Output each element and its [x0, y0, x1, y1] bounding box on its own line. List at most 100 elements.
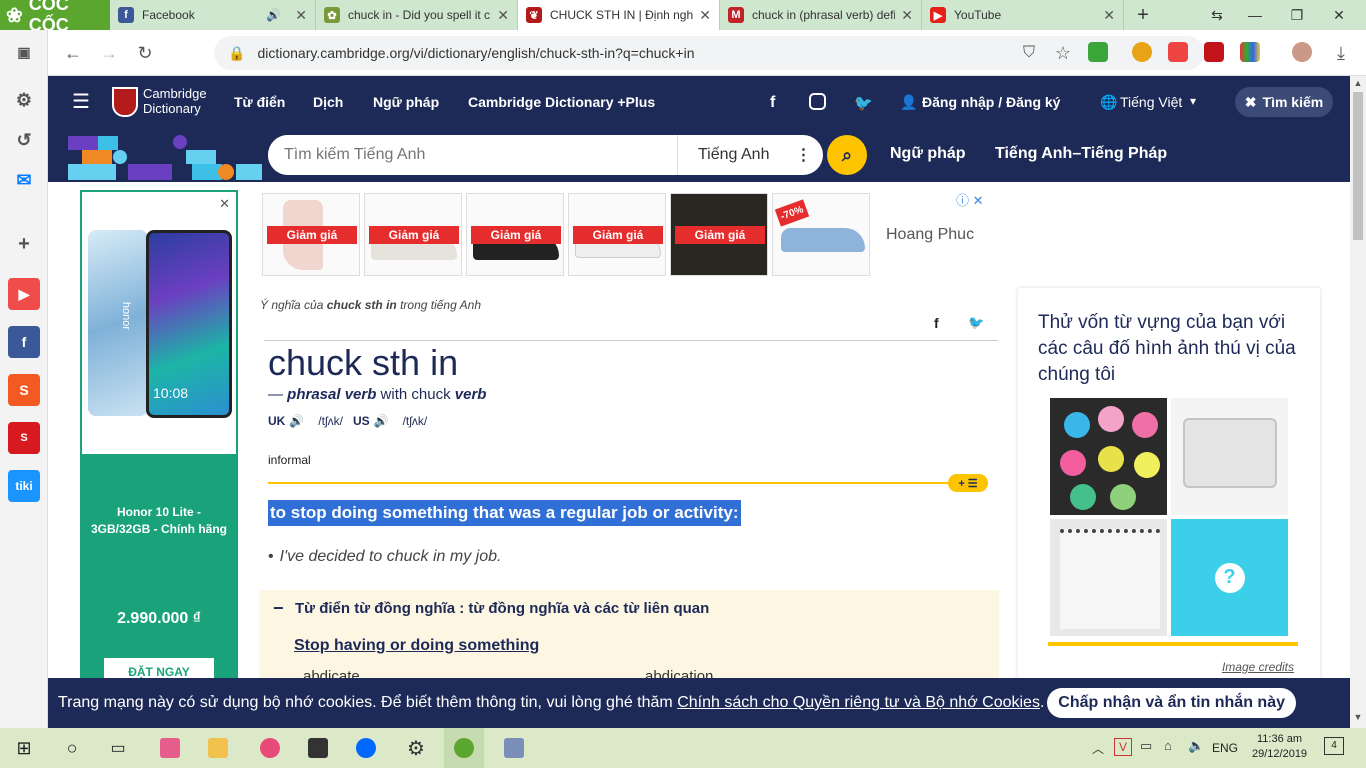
- shield-icon[interactable]: ⛉: [1016, 40, 1042, 66]
- nav-grammar[interactable]: Ngữ pháp: [373, 94, 439, 110]
- input-language[interactable]: ENG: [1212, 741, 1238, 755]
- search-language-selector[interactable]: Tiếng Anh ⋮: [677, 135, 823, 175]
- tab-spell[interactable]: ✿ chuck in - Did you spell it c... ✕: [316, 0, 518, 30]
- chevron-down-icon[interactable]: ▾: [1190, 94, 1196, 108]
- share-twitter-icon[interactable]: 🐦: [968, 315, 984, 331]
- forward-icon[interactable]: →: [96, 40, 122, 66]
- file-explorer-icon[interactable]: [198, 728, 238, 768]
- cookie-policy-link[interactable]: Chính sách cho Quyền riêng tư và Bộ nhớ …: [677, 694, 1040, 712]
- taskbar-app-4[interactable]: [494, 728, 534, 768]
- quiz-text[interactable]: Thử vốn từ vựng của bạn với các câu đố h…: [1038, 310, 1308, 388]
- network-icon[interactable]: ⌂: [1164, 738, 1172, 753]
- login-link[interactable]: Đăng nhập / Đăng ký: [922, 94, 1060, 110]
- messenger-icon[interactable]: ✉: [8, 164, 40, 196]
- menu-icon[interactable]: ☰: [72, 92, 90, 112]
- instagram-icon[interactable]: [809, 93, 826, 110]
- download-icon[interactable]: ⤓: [1328, 40, 1354, 66]
- quiz-image-sewing[interactable]: [1171, 398, 1288, 515]
- coccoc-taskbar-icon[interactable]: [444, 728, 484, 768]
- cortana-search-icon[interactable]: ○: [52, 728, 92, 768]
- task-view-icon[interactable]: ▭: [98, 728, 138, 768]
- youtube-app-icon[interactable]: ▶: [8, 278, 40, 310]
- clock[interactable]: 11:36 am 29/12/2019: [1252, 732, 1307, 762]
- reload-icon[interactable]: ↻: [132, 40, 158, 66]
- taskbar-app-3[interactable]: [298, 728, 338, 768]
- volume-icon[interactable]: 🔈: [1188, 738, 1204, 754]
- coccoc-logo[interactable]: ❀ CỐC CỐC: [0, 0, 110, 35]
- cookie-accept-button[interactable]: Chấp nhận và ẩn tin nhắn này: [1047, 688, 1296, 718]
- notification-center-icon[interactable]: 4: [1324, 737, 1344, 755]
- tab-macmillan[interactable]: M chuck in (phrasal verb) defi... ✕: [720, 0, 922, 30]
- settings-icon[interactable]: ⚙: [8, 84, 40, 116]
- nav2-english-french[interactable]: Tiếng Anh–Tiếng Pháp: [995, 145, 1167, 163]
- ad-shoe-5[interactable]: Giảm giá: [670, 193, 768, 276]
- site-logo[interactable]: Cambridge Dictionary: [143, 86, 207, 116]
- ad-shoe-1[interactable]: Giảm giá: [262, 193, 360, 276]
- tiles-ext-icon[interactable]: [1240, 42, 1260, 62]
- quiz-image-unknown[interactable]: ?: [1171, 519, 1288, 636]
- history-icon[interactable]: ↺: [8, 124, 40, 156]
- page-scrollbar[interactable]: ▲ ▼: [1350, 76, 1366, 728]
- settings-taskbar-icon[interactable]: ⚙: [396, 728, 436, 768]
- ad-order-button[interactable]: ĐẶT NGAY: [104, 658, 214, 678]
- close-tab-icon[interactable]: ✕: [699, 7, 711, 24]
- nav-dictionary[interactable]: Từ điển: [234, 94, 285, 110]
- close-tab-icon[interactable]: ✕: [901, 7, 913, 24]
- windows-start-icon[interactable]: ⊞: [4, 728, 44, 768]
- nav2-grammar[interactable]: Ngữ pháp: [890, 145, 966, 163]
- download-ext-icon[interactable]: [1088, 42, 1108, 62]
- search-input[interactable]: [268, 135, 677, 175]
- taskbar-app-2[interactable]: [250, 728, 290, 768]
- collapse-icon[interactable]: −: [273, 598, 284, 619]
- ad-close-icon[interactable]: ✕: [219, 196, 230, 212]
- speaker-icon[interactable]: 🔊: [266, 8, 281, 22]
- ad-brand-name[interactable]: Hoang Phuc: [886, 226, 974, 244]
- shopee-app-icon[interactable]: S: [8, 374, 40, 406]
- language-selector[interactable]: Tiếng Việt: [1120, 94, 1182, 110]
- chrome-ext-icon[interactable]: [1132, 42, 1152, 62]
- ad-info-icon[interactable]: ⓘ ✕: [956, 190, 984, 209]
- add-app-icon[interactable]: +: [8, 228, 40, 260]
- search-toggle-button[interactable]: ✖ Tìm kiếm: [1235, 87, 1333, 117]
- image-credits-link[interactable]: Image credits: [1222, 660, 1294, 674]
- nav-translate[interactable]: Dịch: [313, 94, 343, 110]
- ad-shoe-4[interactable]: Giảm giá: [568, 193, 666, 276]
- taskbar-app-1[interactable]: [150, 728, 190, 768]
- restore-icon[interactable]: ❐: [1278, 0, 1316, 30]
- twitter-icon[interactable]: 🐦: [854, 94, 873, 112]
- sidebar-ad[interactable]: ✕ honor 10:08 Honor 10 Lite - 3GB/32GB -…: [80, 190, 238, 680]
- minimize-icon[interactable]: —: [1236, 0, 1274, 30]
- search-button[interactable]: ⌕: [827, 135, 867, 175]
- new-tab-button[interactable]: +: [1124, 0, 1162, 30]
- sendo-app-icon[interactable]: S: [8, 422, 40, 454]
- ad-shoe-3[interactable]: Giảm giá: [466, 193, 564, 276]
- nav-plus[interactable]: Cambridge Dictionary +Plus: [468, 94, 655, 110]
- scroll-thumb[interactable]: [1353, 92, 1363, 240]
- tab-search-icon[interactable]: ⇆: [1198, 0, 1236, 30]
- tab-facebook[interactable]: f Facebook 🔊 ✕: [110, 0, 316, 30]
- tab-cambridge[interactable]: ❦ CHUCK STH IN | Định nghĩa... ✕: [518, 0, 720, 30]
- scroll-down-icon[interactable]: ▼: [1350, 712, 1366, 722]
- tiki-app-icon[interactable]: tiki: [8, 470, 40, 502]
- close-window-icon[interactable]: ✕: [1320, 0, 1358, 30]
- pdf-ext-icon[interactable]: [1204, 42, 1224, 62]
- close-tab-icon[interactable]: ✕: [295, 7, 307, 24]
- zalo-icon[interactable]: [346, 728, 386, 768]
- uk-audio-icon[interactable]: 🔊: [289, 414, 304, 428]
- thesaurus-title[interactable]: Từ điển từ đồng nghĩa : từ đồng nghĩa và…: [295, 600, 709, 617]
- quiz-grid[interactable]: ?: [1044, 392, 1298, 642]
- tray-chevron-icon[interactable]: ︿: [1092, 740, 1104, 757]
- quiz-image-notebook[interactable]: [1050, 519, 1167, 636]
- add-to-list-icon[interactable]: + ☰: [948, 474, 988, 492]
- unikey-icon[interactable]: V: [1114, 738, 1132, 756]
- profile-avatar[interactable]: [1292, 42, 1312, 62]
- ad-shoe-2[interactable]: Giảm giá: [364, 193, 462, 276]
- sidebar-toggle-icon[interactable]: ▣: [8, 36, 40, 68]
- scroll-up-icon[interactable]: ▲: [1350, 78, 1366, 88]
- close-tab-icon[interactable]: ✕: [497, 7, 509, 24]
- back-icon[interactable]: ←: [60, 40, 86, 66]
- adblock-ext-icon[interactable]: [1168, 42, 1188, 62]
- facebook-app-icon[interactable]: f: [8, 326, 40, 358]
- ad-shoe-6[interactable]: -70%: [772, 193, 870, 276]
- tab-youtube[interactable]: ▶ YouTube ✕: [922, 0, 1124, 30]
